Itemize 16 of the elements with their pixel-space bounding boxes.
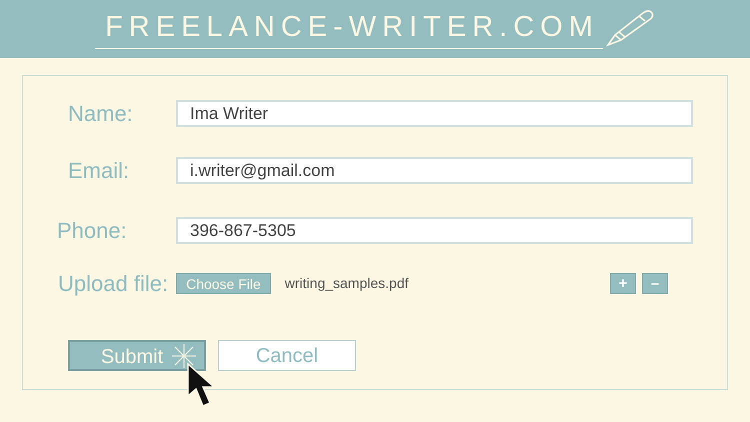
field-label: Upload file: <box>58 270 168 298</box>
text-field[interactable]: Ima Writer <box>176 100 693 127</box>
cancel-button[interactable]: Cancel <box>218 340 356 371</box>
add-button[interactable]: + <box>610 273 636 294</box>
field-label: Phone: <box>57 217 128 245</box>
file-name: writing_samples.pdf <box>284 274 409 293</box>
sparkle-icon <box>171 343 197 369</box>
field-label: Name: <box>68 100 134 128</box>
submit-button[interactable]: Submit <box>68 340 206 371</box>
choose-file-button[interactable]: Choose File <box>176 273 271 294</box>
remove-button[interactable]: – <box>642 273 668 294</box>
site-logo-text: FREELANCE-WRITER.COM <box>95 13 603 49</box>
text-field[interactable]: 396-867-5305 <box>176 217 693 244</box>
pen-icon <box>604 9 655 47</box>
field-label: Email: <box>68 157 130 185</box>
text-field[interactable]: i.writer@gmail.com <box>176 157 693 184</box>
